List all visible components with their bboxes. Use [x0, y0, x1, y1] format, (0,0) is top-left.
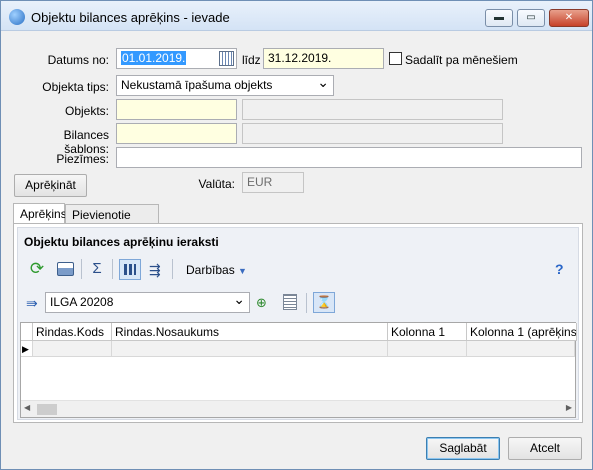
layout-list-icon[interactable]: [283, 294, 297, 310]
object-type-select[interactable]: Nekustamā īpašuma objekts ⌄: [116, 75, 334, 96]
column-header-code[interactable]: Rindas.Kods: [33, 323, 112, 341]
template-name-field: [242, 123, 503, 144]
split-months-checkbox[interactable]: [389, 52, 402, 65]
app-icon: [9, 9, 25, 25]
date-from-field[interactable]: 01.01.2019.: [116, 48, 237, 69]
scroll-right-icon[interactable]: ▶: [566, 403, 572, 412]
tab-panel: Objektu bilances aprēķinu ieraksti ⟳ Σ ⇶…: [13, 223, 583, 423]
column-header-name[interactable]: Rindas.Nosaukums: [112, 323, 388, 341]
actions-menu[interactable]: Darbības ▼: [186, 263, 247, 277]
tab-calculation[interactable]: Aprēķins: [13, 203, 67, 225]
column-header-col1[interactable]: Kolonna 1: [388, 323, 467, 341]
save-button[interactable]: Saglabāt: [426, 437, 500, 460]
chevron-down-icon: ▼: [238, 266, 247, 276]
date-from-label: Datums no:: [47, 53, 109, 67]
layout-value: ILGA 20208: [50, 295, 114, 309]
tab-attached-files[interactable]: Pievienotie faili: [65, 204, 159, 236]
split-months-label: Sadalīt pa mēnešiem: [405, 53, 518, 67]
notes-label: Piezīmes:: [56, 152, 109, 166]
scroll-thumb[interactable]: [37, 404, 57, 415]
object-label: Objekts:: [64, 104, 109, 118]
table-cell[interactable]: [112, 341, 388, 357]
horizontal-scrollbar[interactable]: ◀ ▶: [21, 400, 575, 417]
table-cell[interactable]: [33, 341, 112, 357]
toolbar-separator: [81, 259, 82, 279]
object-code-field[interactable]: [116, 99, 237, 120]
row-marker: ▶: [21, 341, 33, 357]
object-type-value: Nekustamā īpašuma objekts: [121, 78, 273, 92]
date-to-field[interactable]: 31.12.2019.: [263, 48, 384, 69]
table-cell[interactable]: [467, 341, 575, 357]
columns-view-icon[interactable]: [119, 259, 141, 280]
layout-icon[interactable]: ⇛: [26, 294, 44, 312]
template-code-field[interactable]: [116, 123, 237, 144]
layout-select[interactable]: ILGA 20208 ⌄: [45, 292, 250, 313]
toolbar-separator: [112, 259, 113, 279]
chevron-down-icon: ⌄: [233, 292, 245, 307]
toolbar-separator: [306, 293, 307, 313]
section-heading: Objektu bilances aprēķinu ieraksti: [24, 235, 219, 249]
row-header-corner: [21, 323, 33, 341]
currency-label: Valūta:: [198, 177, 235, 191]
window-title: Objektu bilances aprēķins - ievade: [31, 10, 230, 25]
column-header-col1-calc[interactable]: Kolonna 1 (aprēķins): [467, 323, 577, 341]
toolbar-separator: [172, 259, 173, 279]
records-grid[interactable]: Rindas.Kods Rindas.Nosaukums Kolonna 1 K…: [20, 322, 577, 418]
print-icon[interactable]: [57, 262, 74, 276]
sum-icon[interactable]: Σ: [88, 260, 106, 278]
add-layout-icon[interactable]: ⊕: [256, 294, 274, 312]
actions-label: Darbības: [186, 263, 235, 277]
calculate-button[interactable]: Aprēķināt: [14, 174, 87, 197]
title-bar[interactable]: Objektu bilances aprēķins - ievade ▬ ▭ ✕: [1, 1, 592, 31]
records-section: Objektu bilances aprēķinu ieraksti ⟳ Σ ⇶…: [17, 227, 579, 420]
minimize-button[interactable]: ▬: [485, 9, 513, 27]
tree-view-icon[interactable]: ⇶: [149, 261, 167, 279]
cancel-button[interactable]: Atcelt: [508, 437, 582, 460]
help-icon[interactable]: ?: [555, 261, 564, 277]
date-to-label: līdz: [242, 53, 261, 67]
close-button[interactable]: ✕: [549, 9, 589, 27]
object-name-field: [242, 99, 503, 120]
table-cell[interactable]: [388, 341, 467, 357]
currency-field: EUR: [242, 172, 304, 193]
chevron-down-icon: ⌄: [317, 75, 329, 90]
tab-bar: Aprēķins Pievienotie faili: [13, 203, 583, 236]
refresh-icon[interactable]: ⟳: [28, 260, 46, 278]
object-type-label: Objekta tips:: [42, 80, 109, 94]
dialog-window: Objektu bilances aprēķins - ievade ▬ ▭ ✕…: [0, 0, 593, 470]
filter-icon[interactable]: ⌛: [313, 292, 335, 313]
notes-field[interactable]: [116, 147, 582, 168]
scroll-left-icon[interactable]: ◀: [24, 403, 30, 412]
date-from-value: 01.01.2019.: [121, 51, 187, 65]
maximize-button[interactable]: ▭: [517, 9, 545, 27]
calendar-icon[interactable]: [219, 51, 234, 66]
